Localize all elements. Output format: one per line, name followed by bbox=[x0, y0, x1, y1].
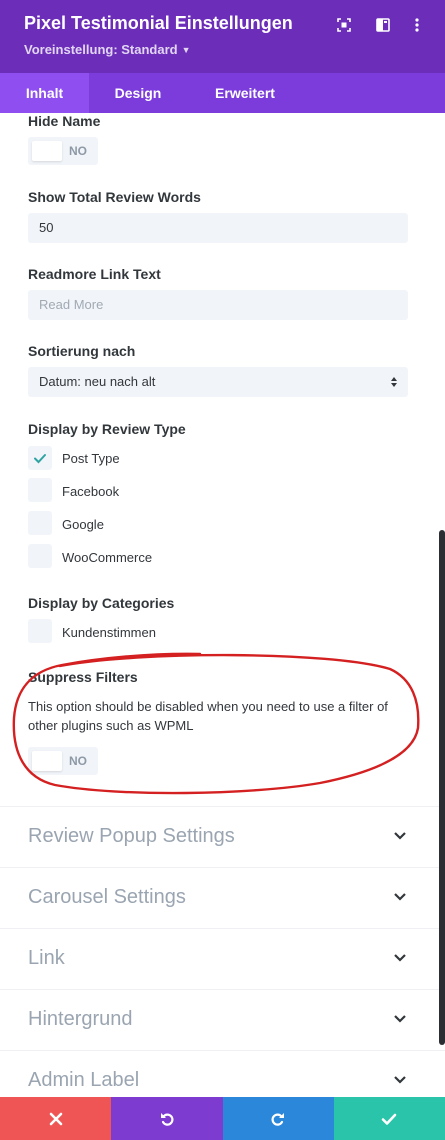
redo-button[interactable] bbox=[222, 1097, 334, 1140]
chevron-down-icon bbox=[394, 954, 406, 962]
tab-bar: Inhalt Design Erweitert bbox=[0, 73, 445, 113]
settings-panel: Hide Name NO Show Total Review Words 50 … bbox=[0, 113, 445, 1097]
section-title: Admin Label bbox=[28, 1069, 140, 1091]
chevron-down-icon bbox=[394, 893, 406, 901]
scrollbar[interactable] bbox=[439, 530, 445, 1045]
section-hintergrund[interactable]: Hintergrund bbox=[0, 989, 445, 1051]
section-title: Carousel Settings bbox=[28, 886, 186, 908]
section-link[interactable]: Link bbox=[0, 928, 445, 990]
modal-header: Pixel Testimonial Einstellungen Voreinst… bbox=[0, 0, 445, 73]
tab-advanced[interactable]: Erweitert bbox=[187, 73, 303, 113]
section-title: Link bbox=[28, 947, 65, 969]
tab-content[interactable]: Inhalt bbox=[0, 73, 89, 113]
section-admin-label[interactable]: Admin Label bbox=[0, 1050, 445, 1097]
check-icon bbox=[382, 1113, 397, 1125]
action-bar bbox=[0, 1097, 445, 1140]
sidebar-icon[interactable] bbox=[374, 16, 392, 34]
modal-title: Pixel Testimonial Einstellungen bbox=[24, 13, 293, 33]
caret-down-icon: ▼ bbox=[181, 45, 191, 55]
undo-icon bbox=[160, 1112, 174, 1126]
more-icon[interactable] bbox=[408, 16, 426, 34]
save-button[interactable] bbox=[333, 1097, 445, 1140]
section-title: Hintergrund bbox=[28, 1008, 133, 1030]
undo-button[interactable] bbox=[111, 1097, 223, 1140]
section-title: Review Popup Settings bbox=[28, 825, 235, 847]
cancel-button[interactable] bbox=[0, 1097, 112, 1140]
section-carousel[interactable]: Carousel Settings bbox=[0, 867, 445, 929]
redo-icon bbox=[271, 1112, 285, 1126]
chevron-down-icon bbox=[394, 1015, 406, 1023]
chevron-down-icon bbox=[394, 832, 406, 840]
preset-label: Voreinstellung: Standard bbox=[24, 42, 178, 57]
tab-design[interactable]: Design bbox=[89, 73, 187, 113]
preset-selector[interactable]: Voreinstellung: Standard ▼ bbox=[24, 42, 191, 57]
close-icon bbox=[49, 1112, 62, 1125]
expand-icon[interactable] bbox=[335, 16, 353, 34]
chevron-down-icon bbox=[394, 1076, 406, 1084]
annotation-circle bbox=[12, 652, 420, 795]
section-review-popup[interactable]: Review Popup Settings bbox=[0, 806, 445, 868]
